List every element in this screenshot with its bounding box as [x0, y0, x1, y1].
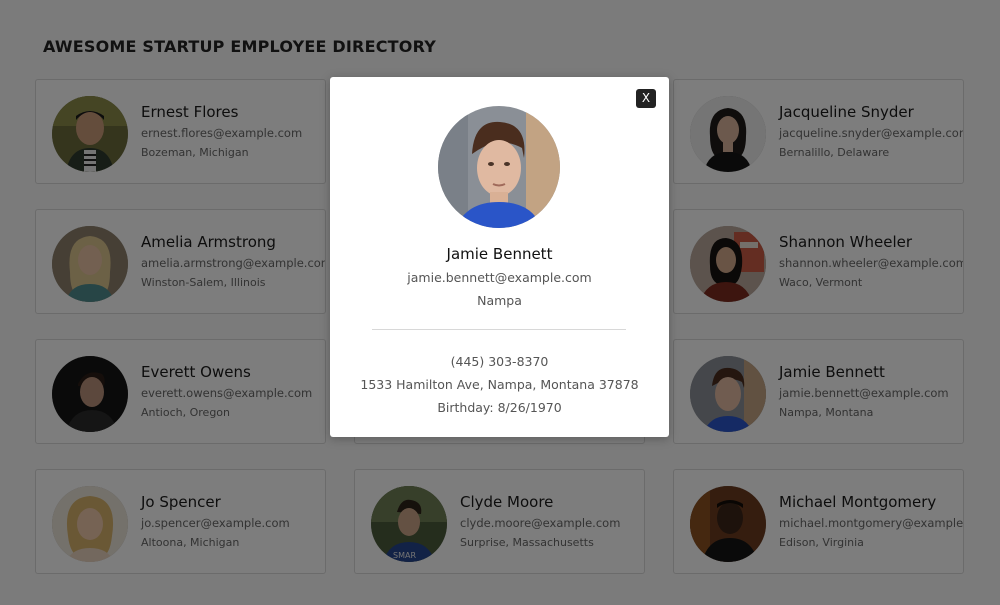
modal-employee-birthday: Birthday: 8/26/1970 — [437, 400, 562, 415]
modal-employee-name: Jamie Bennett — [446, 245, 553, 263]
avatar — [438, 106, 560, 228]
modal-employee-email: jamie.bennett@example.com — [407, 270, 592, 285]
employee-detail-modal: X Jamie Bennett jamie.bennett@example.co… — [330, 77, 669, 437]
modal-employee-address: 1533 Hamilton Ave, Nampa, Montana 37878 — [360, 377, 639, 392]
modal-employee-city: Nampa — [477, 293, 522, 308]
modal-employee-phone: (445) 303-8370 — [450, 354, 549, 369]
employee-photo-icon — [438, 106, 560, 228]
close-button[interactable]: X — [636, 89, 656, 108]
modal-divider — [372, 329, 626, 330]
